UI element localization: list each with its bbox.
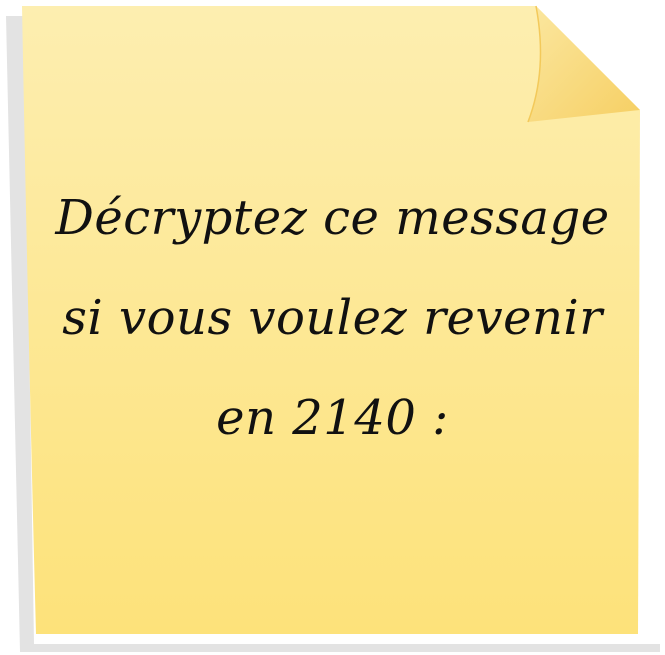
note-line-1: Décryptez ce message bbox=[55, 190, 610, 246]
note-line-2: si vous voulez revenir bbox=[62, 290, 603, 346]
note-message: Décryptez ce message si vous voulez reve… bbox=[40, 168, 625, 468]
note-folded-corner bbox=[528, 6, 640, 122]
sticky-note-scene: Décryptez ce message si vous voulez reve… bbox=[0, 0, 665, 655]
note-line-3: en 2140 : bbox=[216, 390, 449, 446]
